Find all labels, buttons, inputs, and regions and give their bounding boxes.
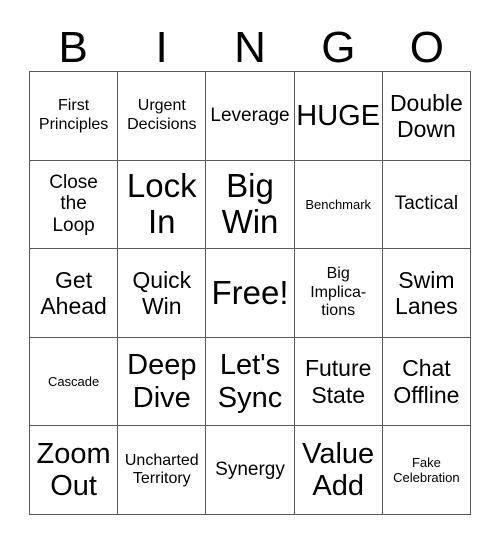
bingo-cell[interactable]: Get Ahead: [30, 249, 119, 338]
bingo-cell-label: Big Implica- tions: [310, 265, 367, 320]
bingo-header-letter-o: O: [409, 23, 444, 73]
bingo-cell-label: First Principles: [38, 97, 109, 133]
bingo-cell-label: Let's Sync: [217, 349, 283, 414]
bingo-cell-label: Synergy: [215, 459, 285, 481]
bingo-cell[interactable]: Urgent Decisions: [118, 72, 207, 161]
bingo-cell[interactable]: Close the Loop: [30, 160, 119, 250]
bingo-cell-label: Deep Dive: [127, 349, 197, 414]
bingo-cell-label: Zoom Out: [36, 437, 111, 503]
bingo-cell[interactable]: Tactical: [382, 160, 471, 250]
bingo-cell-free[interactable]: Free!: [206, 249, 295, 338]
bingo-cell[interactable]: HUGE: [294, 72, 383, 161]
bingo-cell[interactable]: Double Down: [382, 72, 471, 161]
bingo-cell[interactable]: Chat Offline: [382, 337, 471, 427]
bingo-cell-label: Tactical: [394, 193, 459, 215]
bingo-cell[interactable]: Swim Lanes: [382, 249, 471, 338]
bingo-cell[interactable]: Big Win: [206, 160, 295, 250]
bingo-cell-label: Fake Celebration: [393, 454, 460, 486]
bingo-cell-label: Get Ahead: [40, 266, 107, 319]
bingo-cell-label: Benchmark: [305, 196, 372, 212]
bingo-header-letter-b: B: [58, 23, 88, 73]
bingo-header-row: B I N G O: [29, 14, 471, 71]
bingo-cell-label: Close the Loop: [49, 171, 98, 237]
bingo-cell-label: Cascade: [47, 373, 100, 389]
bingo-cell-label: Leverage: [210, 104, 290, 126]
bingo-cell-label: Lock In: [126, 167, 197, 241]
bingo-cell-label: Uncharted Territory: [124, 451, 199, 488]
bingo-cell[interactable]: Uncharted Territory: [118, 426, 207, 515]
bingo-cell-label: Urgent Decisions: [127, 97, 197, 133]
bingo-cell[interactable]: Fake Celebration: [382, 426, 471, 515]
bingo-cell-label: Big Win: [221, 167, 279, 241]
bingo-grid: First Principles Urgent Decisions Leverage…: [29, 71, 471, 515]
bingo-header-letter-n: N: [234, 23, 266, 73]
bingo-header-letter-g: G: [321, 23, 356, 73]
bingo-cell[interactable]: Deep Dive: [118, 337, 207, 427]
bingo-cell[interactable]: Big Implica- tions: [294, 249, 383, 338]
bingo-cell[interactable]: Lock In: [118, 160, 207, 250]
bingo-cell-label: Future State: [304, 355, 372, 408]
bingo-cell-label: Chat Offline: [393, 355, 460, 408]
bingo-cell[interactable]: First Principles: [30, 72, 119, 161]
bingo-cell[interactable]: Future State: [294, 337, 383, 427]
bingo-cell-label: Value Add: [302, 437, 375, 503]
bingo-cell[interactable]: Zoom Out: [30, 426, 119, 515]
bingo-cell-label: Quick Win: [132, 266, 192, 319]
bingo-cell-label: Swim Lanes: [395, 266, 458, 319]
bingo-cell[interactable]: Leverage: [206, 72, 295, 161]
bingo-card: B I N G O First Principles Urgent Decisio…: [0, 0, 500, 544]
bingo-cell[interactable]: Synergy: [206, 426, 295, 515]
bingo-cell-label: Double Down: [389, 89, 463, 142]
bingo-cell-label: Free!: [211, 273, 289, 311]
bingo-cell[interactable]: Quick Win: [118, 249, 207, 338]
bingo-header-letter-i: I: [155, 23, 168, 73]
bingo-cell[interactable]: Let's Sync: [206, 337, 295, 427]
bingo-cell[interactable]: Benchmark: [294, 160, 383, 250]
bingo-cell-label: HUGE: [296, 99, 381, 132]
bingo-cell[interactable]: Cascade: [30, 337, 119, 427]
bingo-cell[interactable]: Value Add: [294, 426, 383, 515]
